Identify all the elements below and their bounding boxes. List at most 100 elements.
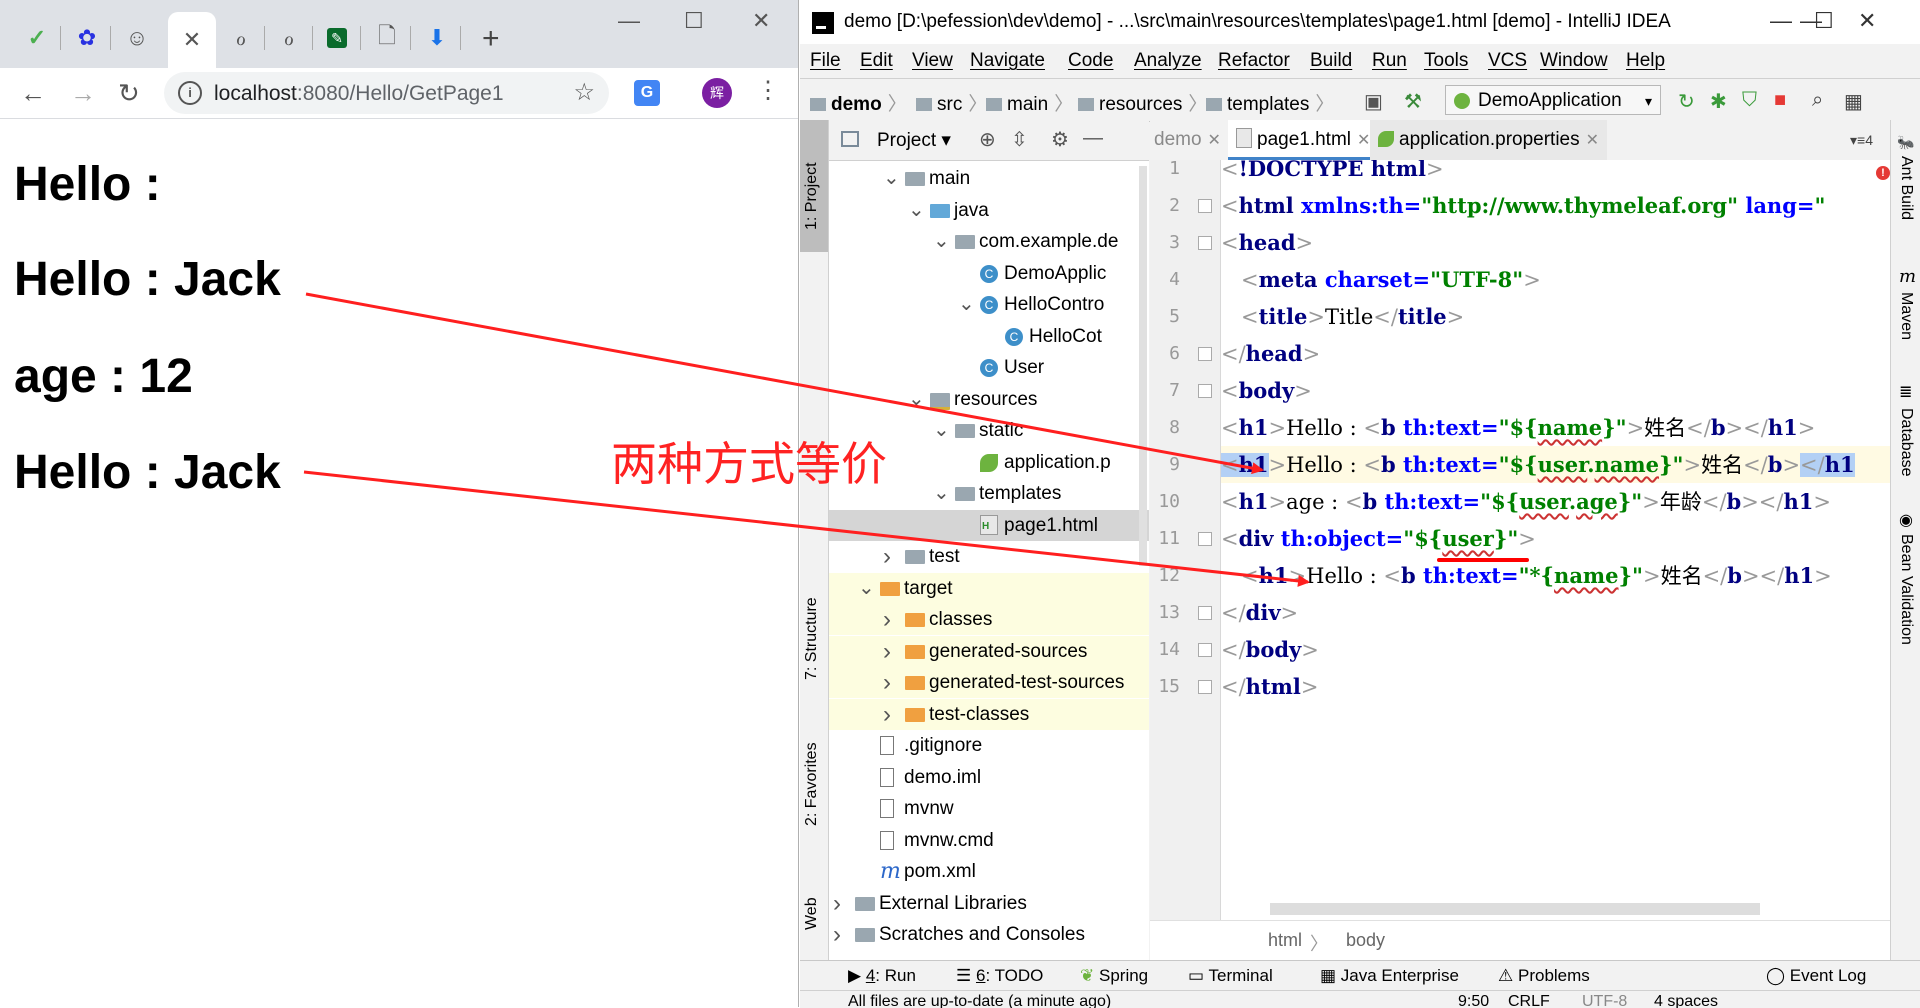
tree-item[interactable]: .gitignore [829, 730, 1149, 761]
crumb-resources[interactable]: resources 〉 [1078, 89, 1207, 116]
chevron-right-icon[interactable]: › [883, 667, 891, 698]
sdk-icon[interactable]: ▣ [1364, 89, 1383, 114]
debug-icon[interactable]: ✱ [1710, 89, 1727, 114]
close-icon[interactable]: ✕ [183, 27, 201, 53]
tool-terminal[interactable]: ▭ Terminal [1188, 966, 1273, 986]
url-text[interactable]: localhost:8080/Hello/GetPage1 [214, 82, 504, 106]
run-configuration-select[interactable]: DemoApplication ▾ [1445, 85, 1661, 115]
fold-marker-icon[interactable] [1198, 532, 1212, 546]
chevron-down-icon[interactable]: ⌄ [958, 289, 975, 320]
tool-web[interactable]: Web [803, 897, 821, 930]
chevron-down-icon[interactable]: ⌄ [908, 195, 925, 226]
minimize-icon[interactable]: — [618, 8, 640, 34]
tool-database[interactable]: Database [1897, 408, 1915, 477]
bookmark-star-icon[interactable]: ☆ [573, 78, 595, 107]
fold-marker-icon[interactable] [1198, 643, 1212, 657]
crumb-src[interactable]: src 〉 [916, 89, 987, 116]
tab-download[interactable]: ⬇ [414, 14, 461, 62]
caret-position[interactable]: 9:50 [1458, 991, 1489, 1008]
editor-horizontal-scrollbar[interactable] [1270, 903, 1760, 915]
crumb-demo[interactable]: demo 〉 [810, 89, 907, 116]
chevron-right-icon[interactable]: › [883, 541, 891, 572]
tree-item[interactable]: ⌄ target [829, 572, 1149, 604]
maximize-icon[interactable]: ☐ [1814, 8, 1834, 34]
avatar[interactable]: 辉 [702, 78, 732, 108]
tree-item[interactable]: mvnw.cmd [829, 825, 1149, 856]
tab-script-1[interactable]: ℴ [218, 14, 265, 62]
tab-overflow-menu[interactable]: ▾≡4 [1850, 120, 1873, 160]
menu-vcs[interactable]: VCS [1488, 50, 1527, 72]
tree-item[interactable]: ⌄ main [829, 163, 1149, 194]
stop-icon[interactable]: ■ [1774, 89, 1786, 112]
menu-edit[interactable]: Edit [860, 50, 893, 72]
tree-item[interactable]: › generated-test-sources [829, 667, 1149, 698]
fold-marker-icon[interactable] [1198, 199, 1212, 213]
tab-demo[interactable]: demo ✕ [1154, 120, 1221, 160]
close-window-icon[interactable]: ✕ [752, 8, 770, 34]
structure-icon[interactable]: ▦ [1844, 89, 1863, 114]
address-bar[interactable]: i localhost:8080/Hello/GetPage1 ☆ [164, 72, 609, 114]
tree-item[interactable]: › Scratches and Consoles [829, 919, 1149, 950]
locate-icon[interactable]: ⊕ [979, 127, 996, 152]
tree-item[interactable]: ⌄ resources [829, 384, 1149, 415]
menu-icon[interactable]: ⋮ [756, 76, 780, 105]
tree-item[interactable]: C HelloCot [829, 321, 1149, 352]
tree-item[interactable]: demo.iml [829, 762, 1149, 793]
tree-item[interactable]: ⌄ com.example.de [829, 226, 1149, 257]
file-encoding[interactable]: UTF-8 [1582, 991, 1627, 1008]
collapse-icon[interactable]: ⇳ [1011, 127, 1028, 152]
menu-run[interactable]: Run [1372, 50, 1407, 72]
tab-application-properties[interactable]: application.properties ✕ [1370, 120, 1608, 160]
tree-item[interactable]: ⌄ java [829, 195, 1149, 226]
tool-bean-validation[interactable]: Bean Validation [1897, 534, 1915, 645]
tree-item[interactable]: Hpage1.html [829, 509, 1149, 541]
tool-java-enterprise[interactable]: ▦ Java Enterprise [1320, 966, 1459, 986]
tree-item[interactable]: › generated-sources [829, 635, 1149, 667]
tab-hao[interactable]: ✓ [14, 14, 61, 62]
chevron-down-icon[interactable]: ⌄ [933, 415, 950, 446]
chevron-down-icon[interactable]: ⌄ [933, 478, 950, 509]
tree-item[interactable]: › test-classes [829, 698, 1149, 730]
menu-window[interactable]: Window [1540, 50, 1608, 72]
search-icon[interactable]: ⌕ [1812, 89, 1823, 112]
menu-code[interactable]: Code [1068, 50, 1113, 72]
info-icon[interactable]: i [178, 81, 202, 105]
fold-marker-icon[interactable] [1198, 384, 1212, 398]
close-window-icon[interactable]: ✕ [1858, 8, 1876, 34]
crumb-main[interactable]: main 〉 [986, 89, 1073, 116]
indent-setting[interactable]: 4 spaces [1654, 991, 1718, 1008]
chevron-right-icon[interactable]: › [883, 636, 891, 667]
menu-analyze[interactable]: Analyze [1134, 50, 1202, 72]
tab-document[interactable]: 🗋 [364, 14, 411, 62]
tree-item[interactable]: m pom.xml [829, 856, 1149, 887]
tree-item[interactable]: › External Libraries [829, 888, 1149, 919]
tab-page1-html[interactable]: page1.html ✕ [1228, 120, 1379, 160]
chevron-down-icon[interactable]: ⌄ [883, 163, 900, 194]
tab-script-2[interactable]: ℴ [266, 14, 313, 62]
fold-marker-icon[interactable] [1198, 606, 1212, 620]
tool-run[interactable]: ▶ 4: Run [848, 966, 916, 986]
reload-icon[interactable]: ↻ [118, 78, 140, 109]
menu-build[interactable]: Build [1310, 50, 1352, 72]
line-separator[interactable]: CRLF [1508, 991, 1550, 1008]
chevron-right-icon[interactable]: › [833, 888, 841, 919]
chevron-right-icon[interactable]: › [883, 699, 891, 730]
tree-item[interactable]: C DemoApplic [829, 258, 1149, 289]
code-crumb-body[interactable]: body [1346, 930, 1385, 951]
tool-problems[interactable]: ⚠ Problems [1498, 966, 1590, 986]
tree-item[interactable]: › test [829, 541, 1149, 572]
menu-tools[interactable]: Tools [1424, 50, 1468, 72]
menu-refactor[interactable]: Refactor [1218, 50, 1290, 72]
tab-baidu[interactable]: ✿ [64, 14, 111, 62]
tool-project[interactable]: 1: Project [803, 162, 821, 230]
code-crumb-html[interactable]: html [1268, 930, 1302, 951]
fold-marker-icon[interactable] [1198, 347, 1212, 361]
tool-structure[interactable]: 7: Structure [803, 597, 821, 680]
menu-help[interactable]: Help [1626, 50, 1665, 72]
crumb-templates[interactable]: templates 〉 [1206, 89, 1334, 116]
tab-evernote[interactable]: ✎ [314, 14, 361, 62]
menu-file[interactable]: File [810, 50, 841, 72]
project-scrollbar[interactable] [1139, 166, 1147, 566]
tree-item[interactable]: mvnw [829, 793, 1149, 824]
close-icon[interactable]: ✕ [1208, 132, 1221, 149]
